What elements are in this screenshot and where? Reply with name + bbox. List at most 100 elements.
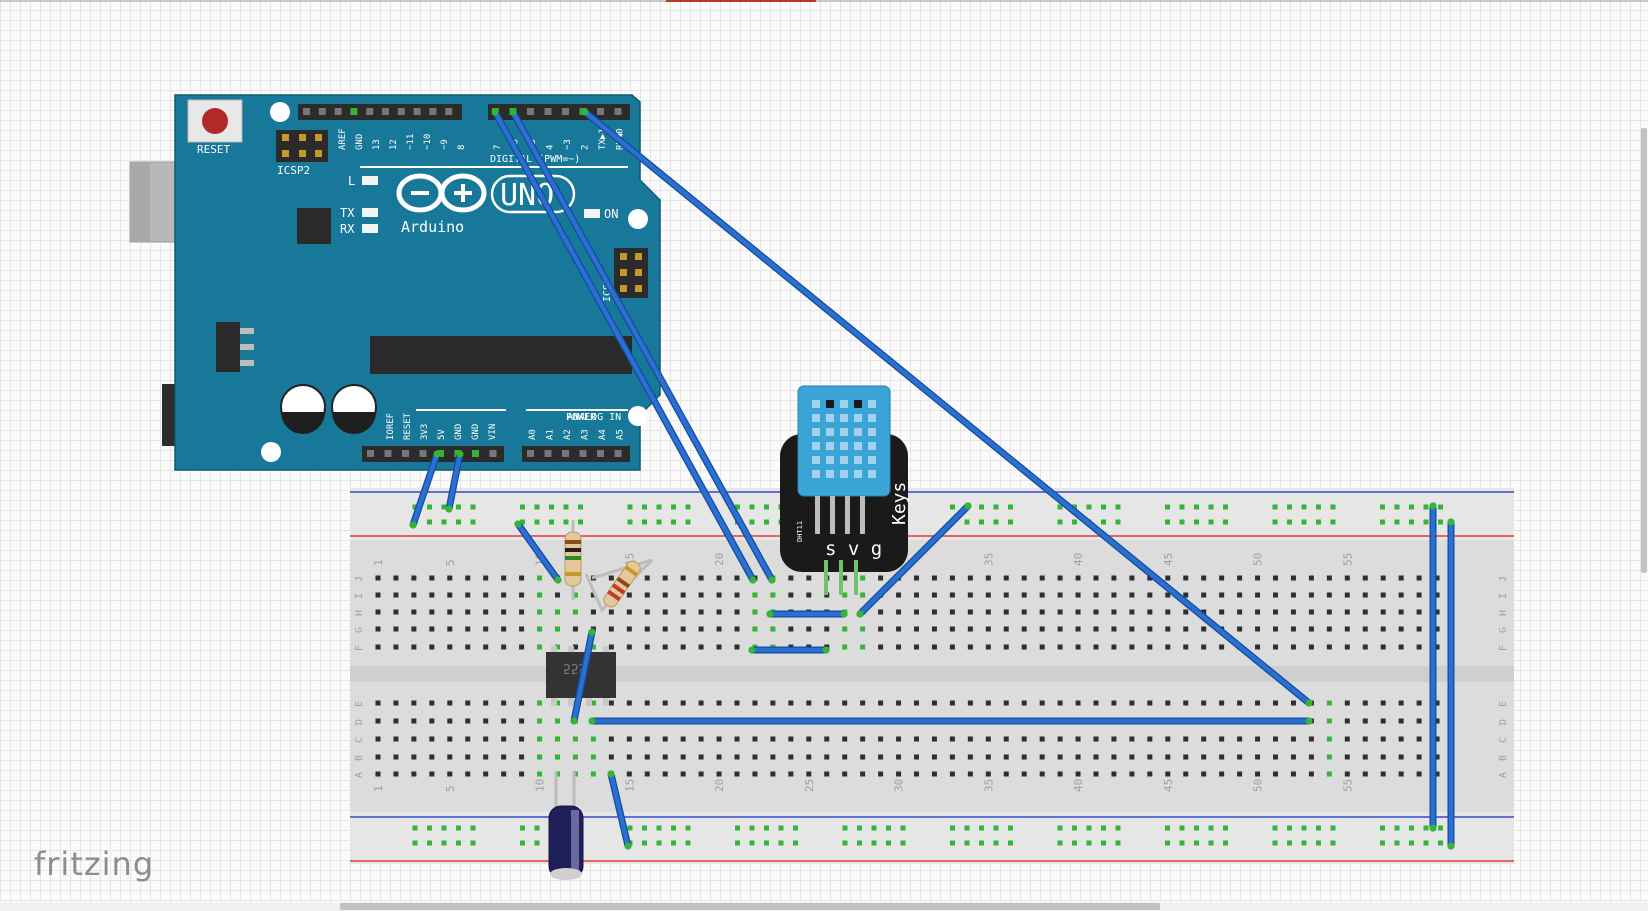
breadboard-hole — [1075, 771, 1081, 777]
rail-hole — [642, 825, 647, 831]
breadboard-hole — [967, 771, 973, 777]
rail-hole — [456, 825, 461, 831]
breadboard-hole — [1326, 575, 1332, 581]
breadboard-hole — [1165, 609, 1171, 615]
rail-hole — [1115, 504, 1121, 510]
breadboard-hole — [411, 700, 417, 706]
column-number: 55 — [1341, 779, 1354, 792]
breadboard-hole — [375, 575, 381, 581]
vertical-scrollbar-thumb[interactable] — [1641, 128, 1647, 573]
breadboard-hole — [1003, 592, 1009, 598]
breadboard-hole — [896, 736, 902, 742]
breadboard-hole — [411, 626, 417, 632]
breadboard-hole — [878, 700, 884, 706]
rail-hole — [1115, 825, 1121, 831]
rail-hole — [578, 519, 583, 525]
breadboard-hole — [465, 771, 471, 777]
breadboard-hole — [949, 626, 955, 632]
row-letter: A — [354, 772, 365, 778]
rail-hole — [563, 519, 569, 525]
rail-hole — [685, 519, 691, 525]
breadboard-hole — [842, 644, 848, 650]
rail-hole — [950, 840, 955, 846]
rail-hole — [1072, 825, 1077, 831]
vent-cell — [868, 414, 876, 422]
rail-hole — [549, 519, 554, 525]
breadboard-hole — [662, 700, 668, 706]
arduino-uno-board[interactable]: RESET ICSP2 AREFGND1312~11~10~987~6~54~3… — [129, 94, 661, 471]
tx-led-label: TX — [340, 206, 355, 220]
breadboard-hole — [501, 609, 507, 615]
breadboard-hole — [519, 736, 525, 742]
wire-endpoint — [748, 646, 756, 654]
breadboard-hole — [914, 644, 919, 650]
rail-hole — [1179, 504, 1185, 510]
breadboard-hole — [662, 575, 668, 581]
rail-hole — [1101, 504, 1106, 510]
breadboard-hole — [572, 626, 578, 632]
breadboard-hole — [1362, 644, 1368, 650]
breadboard-hole — [1075, 700, 1081, 706]
breadboard-hole — [1290, 592, 1296, 598]
breadboard-hole — [483, 736, 489, 742]
header-pin — [318, 108, 326, 115]
breadboard-hole — [1362, 771, 1368, 777]
breadboard-hole — [824, 754, 830, 760]
column-number: 10 — [534, 779, 547, 792]
rail-hole — [1394, 825, 1400, 831]
vent-cell — [854, 442, 862, 450]
breadboard-hole — [931, 575, 937, 581]
breadboard-hole — [680, 575, 686, 581]
rail-hole — [979, 519, 984, 525]
breadboard-hole — [1129, 626, 1135, 632]
pin-label: GND — [454, 424, 464, 440]
breadboard-hole — [375, 644, 381, 650]
breadboard-hole — [1344, 609, 1350, 615]
breadboard-hole — [1255, 771, 1261, 777]
schematic-canvas[interactable]: 1510152025303540455055 15101520253035404… — [0, 0, 1648, 911]
breadboard-hole — [788, 626, 794, 632]
breadboard-hole — [1111, 700, 1117, 706]
breadboard-hole — [1129, 754, 1135, 760]
breadboard-hole — [716, 700, 722, 706]
breadboard-hole — [1416, 771, 1422, 777]
breadboard-hole — [1129, 609, 1135, 615]
breadboard-hole — [752, 609, 758, 615]
breadboard-hole — [1290, 626, 1296, 632]
rail-hole — [749, 840, 755, 846]
row-letter: A — [1498, 772, 1509, 778]
breadboard-hole — [572, 609, 578, 615]
row-letter: H — [1498, 610, 1509, 616]
breadboard-hole — [1380, 771, 1386, 777]
breadboard-hole — [842, 771, 848, 777]
rail-hole — [656, 504, 662, 510]
breadboard-hole — [896, 592, 902, 598]
rail-hole — [578, 504, 583, 510]
resistor-band — [565, 540, 581, 544]
reset-button-cap[interactable] — [202, 108, 228, 134]
breadboard-hole — [1362, 754, 1368, 760]
breadboard-hole — [1093, 754, 1099, 760]
dht11-sensor-module[interactable]: Keys s v g DHT11 — [780, 385, 910, 595]
breadboard-hole — [1057, 575, 1063, 581]
breadboard-hole — [1165, 700, 1171, 706]
header-pin — [472, 450, 479, 457]
rail-hole — [993, 825, 999, 831]
pin-label: A3 — [581, 429, 591, 440]
rail-hole — [1423, 519, 1429, 525]
breadboard-hole — [1147, 592, 1153, 598]
breadboard-hole — [914, 771, 919, 777]
breadboard-hole — [1290, 575, 1296, 581]
breadboard-hole — [626, 700, 632, 706]
rail-hole — [1301, 840, 1307, 846]
rail-hole — [950, 825, 955, 831]
vent-cell — [812, 400, 820, 408]
rail-hole — [1194, 840, 1199, 846]
vent-cell — [840, 442, 848, 450]
rail-hole — [427, 504, 432, 510]
breadboard-hole — [429, 736, 435, 742]
breadboard-hole — [949, 754, 955, 760]
horizontal-scrollbar-thumb[interactable] — [340, 903, 1160, 910]
breadboard-hole — [501, 718, 507, 724]
breadboard-hole — [1003, 644, 1009, 650]
